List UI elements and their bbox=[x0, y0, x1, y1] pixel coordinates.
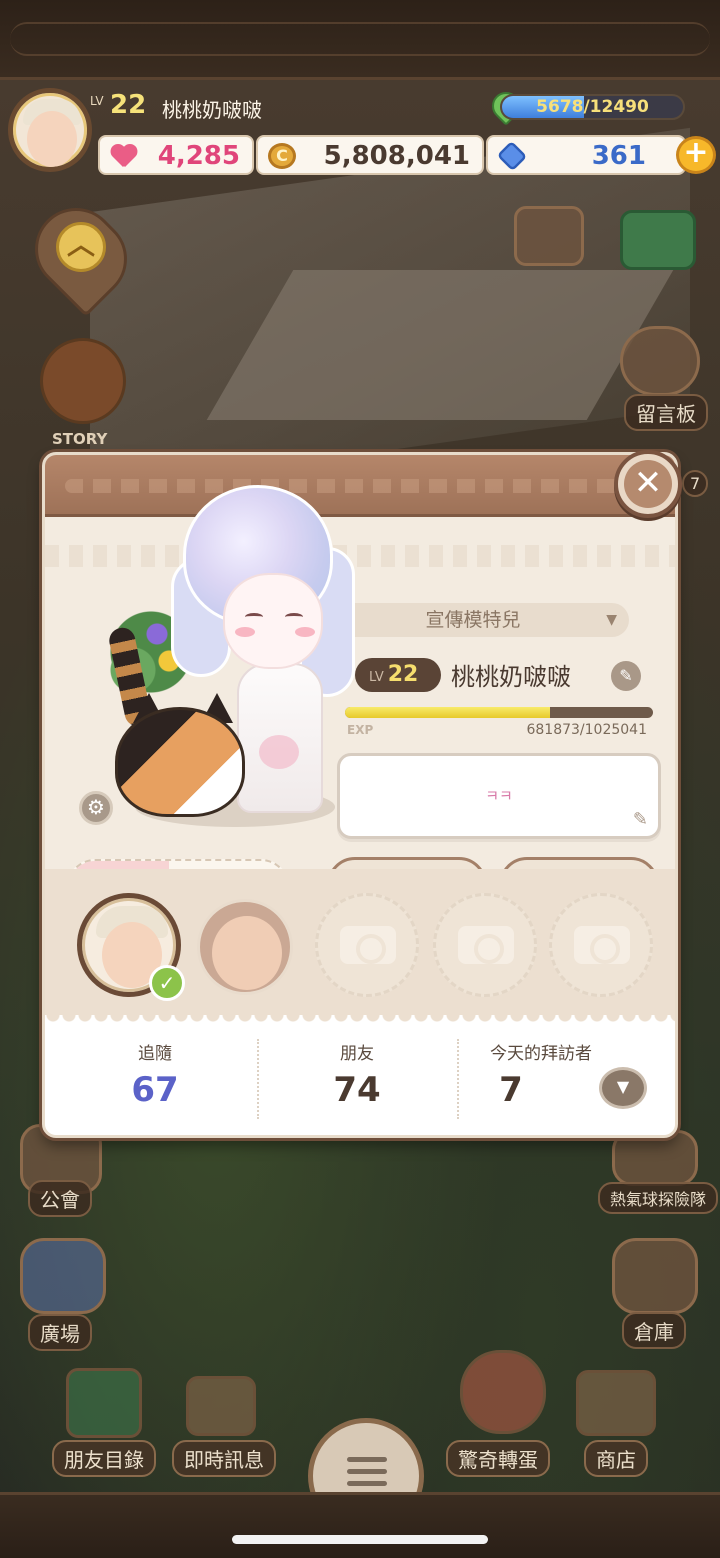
edit-name-pencil-icon[interactable]: ✎ bbox=[611, 661, 641, 691]
storage-box-button[interactable] bbox=[620, 210, 696, 270]
instant-message-icon[interactable] bbox=[186, 1376, 256, 1436]
plaza-icon[interactable] bbox=[20, 1238, 106, 1314]
shop-button[interactable]: 商店 bbox=[584, 1440, 648, 1477]
hearts-counter[interactable]: 4,285 bbox=[98, 135, 254, 175]
story-label: STORY bbox=[52, 430, 108, 448]
visitors-value: 7 bbox=[499, 1070, 523, 1110]
gacha-button[interactable]: 驚奇轉蛋 bbox=[446, 1440, 550, 1477]
visitors-label: 今天的拜訪者 bbox=[490, 1044, 592, 1064]
character-blush-right bbox=[295, 627, 315, 637]
title-dropdown-value: 宣傳模特兒 bbox=[425, 609, 521, 631]
profile-name: 桃桃奶啵啵 bbox=[451, 663, 571, 691]
coins-counter[interactable]: C 5,808,041 bbox=[256, 135, 484, 175]
home-indicator[interactable] bbox=[232, 1535, 488, 1544]
bottom-frame bbox=[0, 1492, 720, 1558]
hud-level-label: LV bbox=[90, 94, 104, 108]
chevron-down-icon: ▼ bbox=[606, 612, 617, 628]
hud-xp-text: 5678/12490 bbox=[536, 97, 649, 117]
avatar-face bbox=[27, 111, 77, 167]
friends-value: 74 bbox=[333, 1070, 381, 1110]
shop-icon[interactable] bbox=[576, 1370, 656, 1436]
gems-counter[interactable]: 361 bbox=[486, 135, 686, 175]
coin-icon: C bbox=[268, 143, 296, 169]
following-label: 追隨 bbox=[138, 1044, 172, 1064]
heart-icon bbox=[110, 143, 138, 169]
camera-plus-icon bbox=[458, 926, 514, 964]
greeting-message-box[interactable]: ㅋㅋ ✎ bbox=[337, 753, 661, 839]
gacha-machine-icon[interactable] bbox=[460, 1350, 546, 1434]
instant-message-button[interactable]: 即時訊息 bbox=[172, 1440, 276, 1477]
hearts-value: 4,285 bbox=[157, 141, 240, 171]
exp-bar-fill bbox=[345, 707, 550, 718]
balloon-team-icon[interactable] bbox=[612, 1130, 698, 1186]
profile-level: 22 bbox=[387, 662, 419, 687]
visitors-chevron-down-icon[interactable]: ▼ bbox=[599, 1067, 647, 1109]
notification-badge: 7 bbox=[682, 470, 709, 497]
character-face bbox=[223, 573, 323, 669]
character-dress bbox=[237, 663, 323, 813]
photo-2-face bbox=[212, 916, 282, 990]
hud-level: 22 bbox=[110, 90, 147, 120]
message-board-icon[interactable] bbox=[620, 326, 700, 396]
warehouse-icon[interactable] bbox=[612, 1238, 698, 1314]
coins-value: 5,808,041 bbox=[323, 141, 470, 171]
menu-line bbox=[347, 1469, 387, 1474]
top-frame bbox=[0, 0, 720, 80]
add-photo-slot-2[interactable] bbox=[433, 893, 537, 997]
close-icon: ✕ bbox=[633, 463, 663, 503]
exp-value: 681873/1025041 bbox=[526, 722, 647, 738]
camera-plus-icon bbox=[574, 926, 630, 964]
character-eye-right bbox=[285, 613, 303, 621]
close-button[interactable]: ✕ bbox=[614, 450, 682, 518]
exp-bar bbox=[345, 707, 653, 718]
add-photo-slot-3[interactable] bbox=[549, 893, 653, 997]
message-board-label[interactable]: 留言板 bbox=[624, 394, 708, 431]
guild-label[interactable]: 公會 bbox=[28, 1180, 92, 1217]
greeting-text: ㅋㅋ bbox=[485, 787, 513, 805]
profile-modal: 宣傳模特兒 ▼ ⚙ LV 22 桃桃奶啵啵 ✎ EXP 681873/10250… bbox=[42, 452, 678, 1138]
hud-player-name: 桃桃奶啵啵 bbox=[162, 98, 262, 122]
friends-label: 朋友 bbox=[340, 1044, 374, 1064]
add-gems-button[interactable]: + bbox=[676, 136, 716, 174]
decorate-box-button[interactable] bbox=[514, 206, 584, 266]
profile-level-pill: LV 22 bbox=[355, 658, 441, 692]
character-eye-left bbox=[245, 613, 263, 621]
exp-label: EXP bbox=[347, 723, 374, 737]
warehouse-label[interactable]: 倉庫 bbox=[622, 1312, 686, 1349]
profile-stats: 追隨 67 朋友 74 今天的拜訪者 7 ▼ bbox=[45, 1015, 675, 1135]
calico-cat-pet bbox=[115, 707, 245, 817]
plaza-label[interactable]: 廣場 bbox=[28, 1314, 92, 1351]
modal-header bbox=[45, 455, 675, 517]
profile-photo-2[interactable] bbox=[197, 899, 293, 995]
profile-level-label: LV bbox=[369, 670, 384, 685]
player-avatar[interactable] bbox=[8, 88, 92, 172]
up-arrow-icon: ︿ bbox=[56, 222, 106, 272]
character-display bbox=[75, 485, 365, 847]
profile-area: 宣傳模特兒 ▼ ⚙ LV 22 桃桃奶啵啵 ✎ EXP 681873/10250… bbox=[45, 485, 675, 915]
following-value: 67 bbox=[131, 1070, 179, 1110]
hud-xp-bar: 5678/12490 bbox=[500, 94, 685, 120]
character-blush-left bbox=[235, 627, 255, 637]
friends-list-button[interactable]: 朋友目錄 bbox=[52, 1440, 156, 1477]
friends-list-book-icon[interactable] bbox=[66, 1368, 142, 1438]
gem-icon bbox=[496, 140, 528, 172]
gems-value: 361 bbox=[591, 141, 646, 171]
menu-hamburger-icon bbox=[347, 1457, 387, 1493]
add-photo-slot-1[interactable] bbox=[315, 893, 419, 997]
following-stat[interactable]: 追隨 67 bbox=[55, 1039, 255, 1110]
profile-photos-strip: ✓ bbox=[45, 869, 675, 1015]
balloon-team-label[interactable]: 熱氣球探險隊 bbox=[598, 1182, 719, 1214]
character-settings-gear-icon[interactable]: ⚙ bbox=[79, 791, 113, 825]
menu-line bbox=[347, 1457, 387, 1462]
friends-stat[interactable]: 朋友 74 bbox=[257, 1039, 457, 1110]
greeting-edit-pencil-icon[interactable]: ✎ bbox=[633, 810, 648, 830]
menu-line bbox=[347, 1481, 387, 1486]
selected-check-icon: ✓ bbox=[149, 965, 185, 1001]
camera-plus-icon bbox=[340, 926, 396, 964]
story-button[interactable] bbox=[40, 338, 126, 424]
